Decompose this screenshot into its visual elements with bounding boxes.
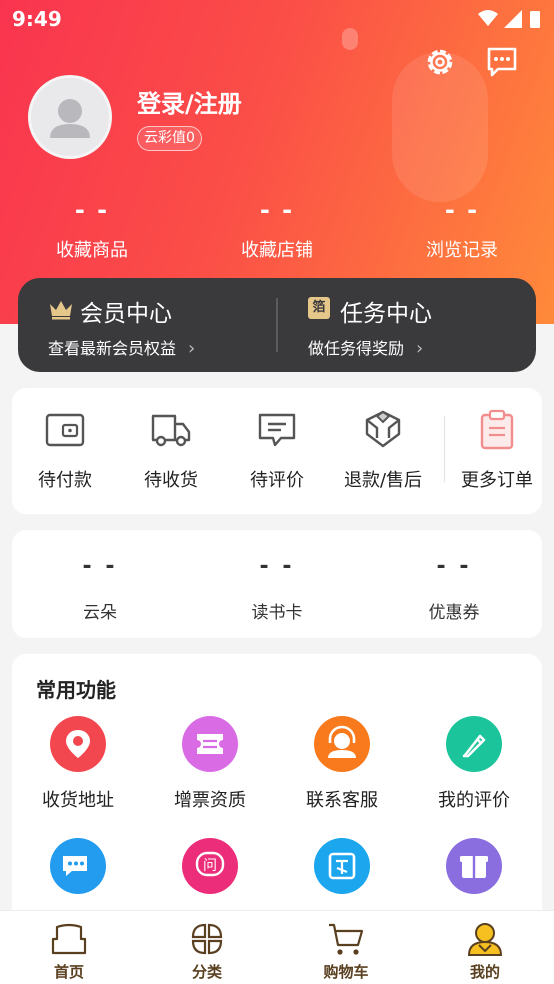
task-center-title: 任务中心 bbox=[340, 301, 432, 327]
clipboard-icon bbox=[480, 409, 514, 450]
asset-value: - - bbox=[82, 554, 118, 579]
task-center-entry[interactable]: 箔 任务中心 做任务得奖励 › bbox=[278, 278, 536, 372]
location-pin-icon bbox=[66, 730, 90, 758]
tab-profile[interactable]: 我的 bbox=[416, 919, 554, 982]
chat-bubbles-icon bbox=[63, 856, 87, 876]
tab-cart[interactable]: 购物车 bbox=[277, 919, 415, 982]
assets-card: - - 云朵 - - 读书卡 - - 优惠券 bbox=[12, 530, 542, 638]
stat-label: 浏览记录 bbox=[426, 240, 498, 261]
function-shipping-address[interactable]: 收货地址 bbox=[12, 716, 144, 812]
asset-coupons[interactable]: - - 优惠券 bbox=[366, 554, 542, 623]
order-label: 更多订单 bbox=[461, 470, 533, 491]
home-icon bbox=[51, 923, 87, 955]
edit-pencil-icon bbox=[462, 734, 486, 758]
tab-label: 首页 bbox=[53, 963, 84, 981]
order-label: 待评价 bbox=[250, 470, 304, 491]
function-label: 增票资质 bbox=[174, 790, 246, 811]
crown-icon bbox=[50, 301, 72, 320]
function-faq[interactable]: 问 bbox=[144, 838, 276, 908]
order-label: 待付款 bbox=[38, 470, 92, 491]
stat-label: 收藏店铺 bbox=[241, 240, 313, 261]
function-invoice-qualification[interactable]: 增票资质 bbox=[144, 716, 276, 812]
chevron-right-icon: › bbox=[416, 338, 424, 359]
asset-book-card[interactable]: - - 读书卡 bbox=[189, 554, 365, 623]
order-pending-receipt[interactable]: 待收货 bbox=[118, 408, 224, 492]
customer-service-icon bbox=[328, 725, 356, 758]
favorite-products-stat[interactable]: - - 收藏商品 bbox=[0, 196, 184, 262]
order-more[interactable]: 更多订单 bbox=[444, 408, 550, 492]
asset-clouds[interactable]: - - 云朵 bbox=[12, 554, 188, 623]
category-icon bbox=[191, 923, 223, 955]
comment-icon bbox=[258, 413, 296, 447]
profile-icon bbox=[467, 923, 503, 956]
tab-label: 分类 bbox=[191, 963, 222, 981]
stat-value: - - bbox=[259, 196, 295, 224]
order-pending-review[interactable]: 待评价 bbox=[224, 408, 330, 492]
asset-label: 读书卡 bbox=[251, 603, 303, 623]
common-functions-card: 常用功能 收货地址 增票资质 联系客服 我的评价 问 bbox=[12, 654, 542, 944]
function-label: 联系客服 bbox=[306, 790, 378, 811]
ticket-icon bbox=[197, 734, 223, 754]
collection-stats: - - 收藏商品 - - 收藏店铺 - - 浏览记录 bbox=[0, 196, 554, 266]
function-customer-service[interactable]: 联系客服 bbox=[276, 716, 408, 812]
task-badge-icon: 箔 bbox=[308, 297, 330, 319]
function-chat[interactable] bbox=[12, 838, 144, 908]
order-label: 退款/售后 bbox=[343, 470, 423, 491]
function-my-reviews[interactable]: 我的评价 bbox=[408, 716, 540, 812]
bottom-tab-bar: 首页 分类 购物车 我的 bbox=[0, 910, 554, 984]
member-center-entry[interactable]: 会员中心 查看最新会员权益 › bbox=[18, 278, 276, 372]
function-group[interactable] bbox=[276, 838, 408, 908]
browse-history-stat[interactable]: - - 浏览记录 bbox=[370, 196, 554, 262]
asset-label: 优惠券 bbox=[428, 603, 480, 623]
stat-value: - - bbox=[444, 196, 480, 224]
settings-gear-icon[interactable] bbox=[422, 44, 458, 80]
message-icon[interactable] bbox=[484, 44, 520, 80]
orders-card: 待付款 待收货 待评价 退款/售后 更多订单 bbox=[12, 388, 542, 514]
status-time: 9:49 bbox=[12, 7, 62, 31]
delivery-truck-icon bbox=[151, 414, 191, 447]
order-pending-payment[interactable]: 待付款 bbox=[12, 408, 118, 492]
section-title: 常用功能 bbox=[36, 678, 116, 702]
member-task-card: 会员中心 查看最新会员权益 › 箔 任务中心 做任务得奖励 › bbox=[18, 278, 536, 372]
svg-text:问: 问 bbox=[203, 858, 217, 874]
avatar[interactable] bbox=[28, 75, 112, 159]
asset-value: - - bbox=[259, 554, 295, 579]
function-label: 收货地址 bbox=[42, 790, 114, 811]
tab-home[interactable]: 首页 bbox=[0, 919, 138, 982]
asset-value: - - bbox=[436, 554, 472, 579]
order-label: 待收货 bbox=[144, 470, 198, 491]
login-register-link[interactable]: 登录/注册 bbox=[137, 84, 242, 119]
order-refund-aftersale[interactable]: 退款/售后 bbox=[330, 408, 436, 492]
stat-value: - - bbox=[74, 196, 110, 224]
tab-label: 购物车 bbox=[323, 963, 369, 981]
member-center-title: 会员中心 bbox=[80, 301, 172, 327]
gift-icon bbox=[460, 856, 488, 878]
status-icons bbox=[478, 10, 540, 28]
function-label: 我的评价 bbox=[438, 790, 510, 811]
tab-category[interactable]: 分类 bbox=[138, 919, 276, 982]
wallet-icon bbox=[45, 413, 85, 447]
cloud-score-badge: 云彩值0 bbox=[137, 126, 202, 151]
header-actions bbox=[422, 44, 532, 82]
function-gift[interactable] bbox=[408, 838, 540, 908]
task-center-subtitle: 做任务得奖励 bbox=[308, 339, 405, 358]
cart-icon bbox=[329, 923, 364, 955]
return-box-icon bbox=[365, 410, 401, 448]
asset-label: 云朵 bbox=[83, 603, 117, 623]
favorite-shops-stat[interactable]: - - 收藏店铺 bbox=[185, 196, 369, 262]
stat-label: 收藏商品 bbox=[56, 240, 128, 261]
status-bar: 9:49 bbox=[0, 0, 554, 38]
question-icon: 问 bbox=[195, 851, 225, 877]
tab-label: 我的 bbox=[469, 963, 500, 981]
chevron-right-icon: › bbox=[188, 338, 196, 359]
member-center-subtitle: 查看最新会员权益 bbox=[48, 339, 177, 358]
square-g-icon bbox=[328, 852, 356, 880]
